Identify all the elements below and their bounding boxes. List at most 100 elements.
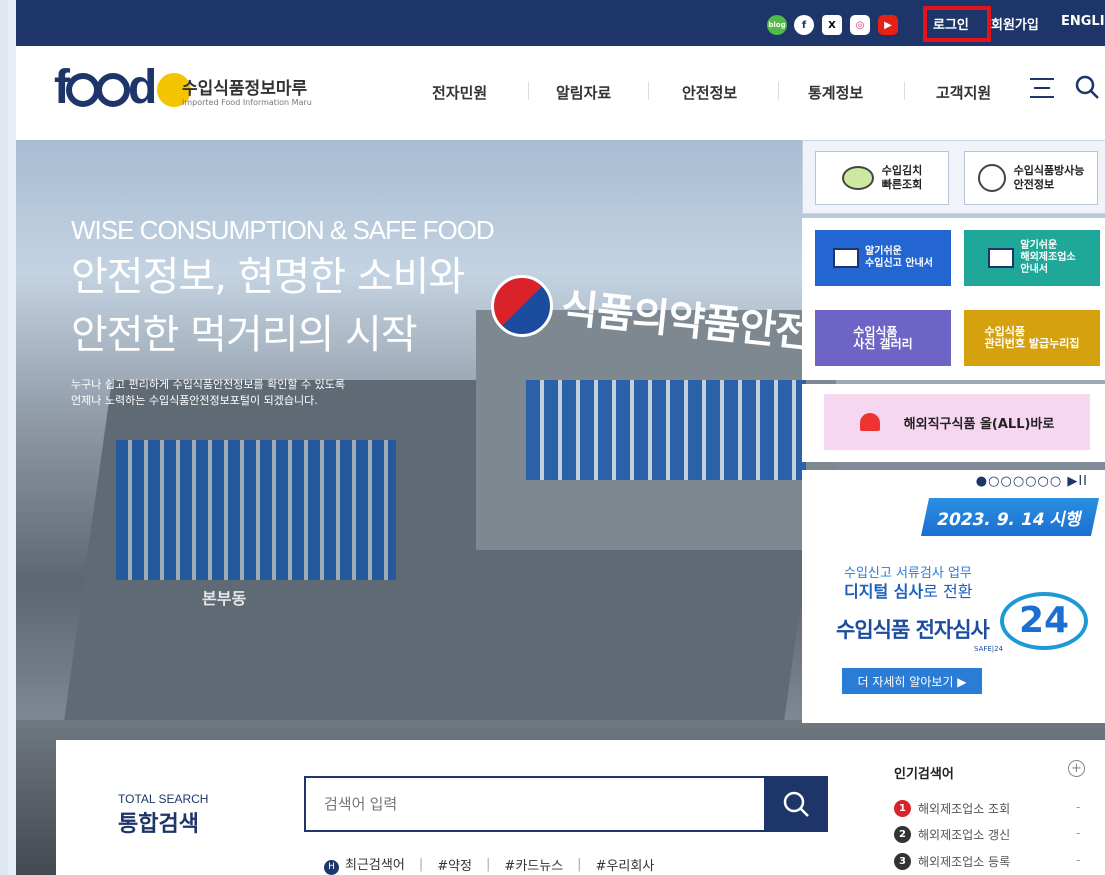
government-emblem-icon [491,275,553,337]
hero-english-title: WISE CONSUMPTION & SAFE FOOD [71,215,495,245]
rank-badge: 2 [894,826,911,843]
logo-d: d [127,61,157,114]
nav-divider [904,82,905,100]
promo-slider[interactable]: ●○○○○○○ ▶II 2023. 9. 14 시행 수입신고 서류검사 업무 … [802,470,1105,723]
siren-icon [859,413,880,431]
logo-korean-name: 수입식품정보마루 [182,79,308,99]
x-icon[interactable]: X [822,15,842,35]
more-plus-icon[interactable]: + [1068,760,1085,777]
slider-pagination[interactable]: ●○○○○○○ ▶II [976,474,1088,489]
slide-headline: 수입식품 전자심사 [836,618,990,642]
top-utility-bar: blog f X ◎ ▶ 로그인 회원가입 ENGLISH [16,0,1105,46]
total-search-title: 통합검색 [118,812,199,837]
rank-change: - [1076,853,1081,867]
popular-search-text: 해외제조업소 갱신 [918,828,1011,842]
nav-item-statistics[interactable]: 통계정보 [808,82,863,103]
popular-search-text: 해외제조업소 등록 [918,855,1011,869]
overseas-facility-guide-banner[interactable]: 알기쉬운 해외제조업소 안내서 [964,230,1100,286]
management-number-banner[interactable]: 수입식품 관리번호 발급누리집 [964,310,1100,366]
guide2-label: 알기쉬운 해외제조업소 안내서 [1020,240,1076,275]
blog-icon[interactable]: blog [767,15,787,35]
popular-search-text: 해외제조업소 조회 [918,802,1011,816]
search-button[interactable] [764,776,828,832]
slide-line2: 디지털 심사로 전환 [844,578,972,602]
rank-badge: 1 [894,800,911,817]
tag-divider: | [418,857,424,872]
radiation-icon [977,164,1006,192]
popular-searches-title: 인기검색어 [894,767,954,782]
instagram-icon[interactable]: ◎ [850,15,870,35]
learn-more-button[interactable]: 더 자세히 알아보기 ▶ [842,668,982,694]
tag-divider: | [486,857,491,872]
recent-tag[interactable]: #약정 [437,855,472,874]
hero-title-line1: 안전정보, 현명한 소비와 [71,254,465,300]
rank-change: - [1076,800,1081,814]
direct-purchase-label: 해외직구식품 올(ALL)바로 [903,416,1055,432]
guide-book-icon [833,248,860,268]
site-header: fd 수입식품정보마루 Imported Food Information Ma… [16,46,1105,140]
logo-english-name: Imported Food Information Maru [182,98,312,107]
total-search-english-label: TOTAL SEARCH [118,792,209,806]
nav-divider [648,82,649,100]
slide-line2-bold: 디지털 심사 [844,582,924,601]
hero-title-line2: 안전한 먹거리의 시작 [71,312,418,358]
recent-label-text: 최근검색어 [345,858,405,873]
effective-date: 2023. 9. 14 시행 [934,509,1084,530]
popular-search-item[interactable]: 2 해외제조업소 갱신 [894,826,1010,843]
photo-gallery-banner[interactable]: 수입식품 사진 갤러리 [815,310,951,366]
recent-searches: H 최근검색어 | #약정 | #카드뉴스 | #우리회사 [324,854,654,875]
hamburger-menu-icon[interactable] [1030,78,1054,98]
nav-item-support[interactable]: 고객지원 [936,82,991,103]
page: blog f X ◎ ▶ 로그인 회원가입 ENGLISH fd 수입식품정보마… [0,0,1105,875]
building-windows [526,380,806,480]
guide-book-icon [988,248,1015,268]
facebook-icon[interactable]: f [794,15,814,35]
search-input[interactable] [304,776,764,832]
hero-subtitle-line1: 누구나 쉽고 편리하게 수입식품안전정보를 확인할 수 있도록 [71,378,345,391]
recent-tag[interactable]: #카드뉴스 [504,855,563,874]
rank-change: - [1076,826,1081,840]
logo-circle-1 [65,73,100,108]
number-label: 수입식품 관리번호 발급누리집 [984,325,1080,350]
guide1-label: 알기쉬운 수입신고 안내서 [865,246,933,269]
building-windows [116,440,396,580]
nav-item-notices[interactable]: 알림자료 [556,82,611,103]
kimchi-quick-lookup-button[interactable]: 수입김치 빠른조회 [815,151,949,205]
english-link[interactable]: ENGLISH [1061,14,1105,29]
effective-date-badge: 2023. 9. 14 시행 [920,498,1100,536]
hero-subtitle: 누구나 쉽고 편리하게 수입식품안전정보를 확인할 수 있도록 언제나 노력하는… [71,377,345,409]
nav-divider [778,82,779,100]
nav-divider [528,82,529,100]
nav-item-safety[interactable]: 안전정보 [682,82,737,103]
tag-divider: | [577,857,582,872]
building-label: 본부동 [202,589,247,608]
signup-link[interactable]: 회원가입 [991,14,1039,33]
radiation-info-button[interactable]: 수입식품방사능 안전정보 [964,151,1098,205]
nav-item-e-service[interactable]: 전자민원 [432,82,487,103]
logo[interactable]: fd [54,58,192,118]
login-link[interactable]: 로그인 [933,14,969,33]
radiation-label: 수입식품방사능 안전정보 [1013,164,1085,191]
import-declaration-guide-banner[interactable]: 알기쉬운 수입신고 안내서 [815,230,951,286]
total-search-section: TOTAL SEARCH 통합검색 H 최근검색어 | #약정 | #카드뉴스 |… [56,740,1105,875]
cabbage-icon [841,166,874,190]
history-icon: H [324,860,339,875]
youtube-icon[interactable]: ▶ [878,15,898,35]
safe24-logo: 24 [1000,592,1088,650]
kimchi-label: 수입김치 빠른조회 [881,164,923,191]
direct-purchase-button[interactable]: 해외직구식품 올(ALL)바로 [824,394,1090,450]
search-icon [783,791,809,817]
recent-tag[interactable]: #우리회사 [596,855,655,874]
popular-search-item[interactable]: 3 해외제조업소 등록 [894,853,1010,870]
hero-subtitle-line2: 언제나 노력하는 수입식품안전정보포털이 되겠습니다. [71,394,318,407]
logo-circle-2 [95,73,130,108]
rank-badge: 3 [894,853,911,870]
quick-links-box: 수입김치 빠른조회 수입식품방사능 안전정보 [802,140,1105,214]
safe24-caption: SAFE|24 [974,645,1004,653]
search-icon[interactable] [1074,74,1100,100]
recent-searches-label: H 최근검색어 [324,854,405,875]
gallery-label: 수입식품 사진 갤러리 [853,325,913,351]
direct-purchase-box: 해외직구식품 올(ALL)바로 [802,384,1105,462]
slide-line2-rest: 로 전환 [923,582,973,601]
popular-search-item[interactable]: 1 해외제조업소 조회 [894,800,1010,817]
